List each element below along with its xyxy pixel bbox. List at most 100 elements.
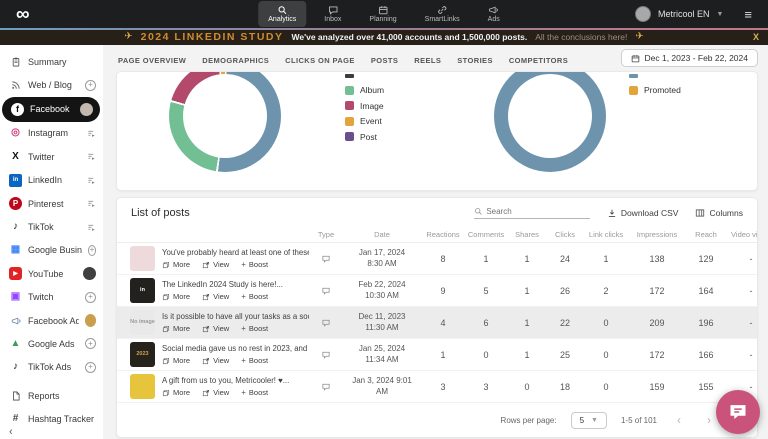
- column-header[interactable]: Comments: [465, 230, 507, 239]
- top-nav-item[interactable]: SmartLinks: [415, 1, 470, 27]
- section-tab[interactable]: PAGE OVERVIEW: [118, 56, 186, 65]
- sidebar-item[interactable]: in LinkedIn: [0, 169, 103, 192]
- top-nav-item[interactable]: Analytics: [258, 1, 306, 27]
- previous-page-button[interactable]: ‹: [671, 413, 687, 427]
- metricool-logo[interactable]: ∞: [0, 5, 45, 24]
- top-nav-item[interactable]: Planning: [359, 1, 406, 27]
- section-tab[interactable]: STORIES: [457, 56, 493, 65]
- section-tab[interactable]: COMPETITORS: [509, 56, 568, 65]
- section-tab[interactable]: REELS: [414, 56, 441, 65]
- column-header[interactable]: Link clicks: [583, 230, 629, 239]
- organic-vs-promoted-donut[interactable]: [494, 71, 606, 172]
- search-icon: [474, 207, 483, 216]
- more-button[interactable]: More: [162, 260, 190, 269]
- boost-button[interactable]: + Boost: [241, 260, 268, 269]
- sidebar-item[interactable]: ♪ TikTok Ads +: [0, 356, 103, 379]
- view-button[interactable]: View: [202, 356, 229, 365]
- add-connection-icon[interactable]: +: [85, 292, 96, 303]
- sidebar-item-label: TikTok Ads: [28, 362, 71, 372]
- legend-item[interactable]: Album: [345, 85, 384, 95]
- sidebar-item[interactable]: ♪ TikTok: [0, 215, 103, 238]
- more-button[interactable]: More: [162, 388, 190, 397]
- view-button[interactable]: View: [202, 324, 229, 333]
- column-header[interactable]: Type: [309, 230, 343, 239]
- post-date: Jan 25, 2024 11:34 AM: [343, 344, 421, 365]
- metric-value: 5: [465, 286, 507, 296]
- add-connection-icon[interactable]: +: [85, 362, 96, 373]
- sidebar-item[interactable]: # Hashtag Tracker: [0, 407, 103, 430]
- sidebar-item[interactable]: Web / Blog +: [0, 73, 103, 96]
- more-button[interactable]: More: [162, 356, 190, 365]
- sidebar-item[interactable]: Reports: [0, 384, 103, 407]
- section-tab[interactable]: POSTS: [371, 56, 398, 65]
- column-header[interactable]: Video views: [727, 230, 758, 239]
- rows-per-page-select[interactable]: 5 ▼: [571, 412, 607, 429]
- column-header[interactable]: Reach: [685, 230, 727, 239]
- sidebar-item[interactable]: ◎ Instagram: [0, 122, 103, 145]
- sidebar-item-label: Pinterest: [28, 199, 64, 209]
- search-input[interactable]: [486, 207, 590, 216]
- date-range-picker[interactable]: Dec 1, 2023 - Feb 22, 2024: [621, 49, 759, 67]
- more-icon: [162, 357, 170, 365]
- legend-item[interactable]: Post: [345, 132, 384, 142]
- boost-button[interactable]: + Boost: [241, 324, 268, 333]
- hamburger-menu-icon[interactable]: ≡: [744, 7, 752, 22]
- column-header[interactable]: Reactions: [421, 230, 465, 239]
- legend-item[interactable]: Promoted: [629, 85, 681, 95]
- sidebar-item[interactable]: Summary: [0, 50, 103, 73]
- next-page-button[interactable]: ›: [701, 413, 717, 427]
- connect-profile-icon[interactable]: [87, 129, 96, 138]
- boost-button[interactable]: + Boost: [241, 388, 268, 397]
- section-tab[interactable]: DEMOGRAPHICS: [202, 56, 269, 65]
- posts-by-type-donut[interactable]: [169, 71, 281, 172]
- download-csv-button[interactable]: Download CSV: [607, 208, 679, 218]
- download-csv-label: Download CSV: [621, 208, 679, 218]
- account-menu[interactable]: Metricool EN ▼ ≡: [635, 6, 768, 22]
- chat-launcher-button[interactable]: [716, 390, 760, 434]
- top-nav-icon: [378, 5, 388, 15]
- banner-close-button[interactable]: X: [753, 32, 759, 42]
- sidebar-item[interactable]: Facebook Ads: [0, 309, 103, 332]
- promo-banner[interactable]: ✈ 2024 LINKEDIN STUDY We've analyzed ove…: [0, 28, 768, 45]
- post-row[interactable]: A gift from us to you, Metricooler! ♥...…: [117, 371, 757, 403]
- top-nav-item[interactable]: Ads: [478, 1, 510, 27]
- add-connection-icon[interactable]: +: [85, 338, 96, 349]
- date-range-label: Dec 1, 2023 - Feb 22, 2024: [645, 53, 749, 63]
- post-row[interactable]: You've probably heard at least one of th…: [117, 243, 757, 275]
- sidebar-item[interactable]: X Twitter: [0, 145, 103, 168]
- sidebar-item[interactable]: ▦ Google Business ... +: [0, 239, 103, 262]
- view-button[interactable]: View: [202, 388, 229, 397]
- connect-profile-icon[interactable]: [87, 176, 96, 185]
- legend-item[interactable]: Event: [345, 116, 384, 126]
- columns-button[interactable]: Columns: [695, 208, 743, 218]
- add-connection-icon[interactable]: +: [85, 80, 96, 91]
- connect-profile-icon[interactable]: [87, 199, 96, 208]
- boost-button[interactable]: + Boost: [241, 292, 268, 301]
- top-nav-item[interactable]: Inbox: [314, 1, 351, 27]
- sidebar-item[interactable]: f Facebook: [2, 97, 100, 122]
- view-button[interactable]: View: [202, 260, 229, 269]
- search-box[interactable]: [474, 207, 590, 219]
- sidebar-item[interactable]: ▣ Twitch +: [0, 286, 103, 309]
- view-button[interactable]: View: [202, 292, 229, 301]
- legend-item[interactable]: Image: [345, 101, 384, 111]
- section-tab[interactable]: CLICKS ON PAGE: [285, 56, 355, 65]
- post-row[interactable]: in The LinkedIn 2024 Study is here!... M…: [117, 275, 757, 307]
- connect-profile-icon[interactable]: [87, 223, 96, 232]
- column-header[interactable]: Impressions: [629, 230, 685, 239]
- sidebar-collapse-button[interactable]: ‹: [9, 426, 13, 438]
- more-button[interactable]: More: [162, 292, 190, 301]
- column-header[interactable]: Shares: [507, 230, 547, 239]
- post-row[interactable]: 2023 Social media gave us no rest in 202…: [117, 339, 757, 371]
- external-link-icon: [202, 325, 210, 333]
- post-row[interactable]: No image Is it possible to have all your…: [117, 307, 757, 339]
- connect-profile-icon[interactable]: [87, 152, 96, 161]
- more-button[interactable]: More: [162, 324, 190, 333]
- sidebar-item[interactable]: ▲ Google Ads +: [0, 332, 103, 355]
- column-header[interactable]: Clicks: [547, 230, 583, 239]
- sidebar-item[interactable]: ▶ YouTube: [0, 262, 103, 285]
- add-connection-icon[interactable]: +: [88, 245, 96, 256]
- column-header[interactable]: Date: [343, 230, 421, 239]
- sidebar-item[interactable]: P Pinterest: [0, 192, 103, 215]
- boost-button[interactable]: + Boost: [241, 356, 268, 365]
